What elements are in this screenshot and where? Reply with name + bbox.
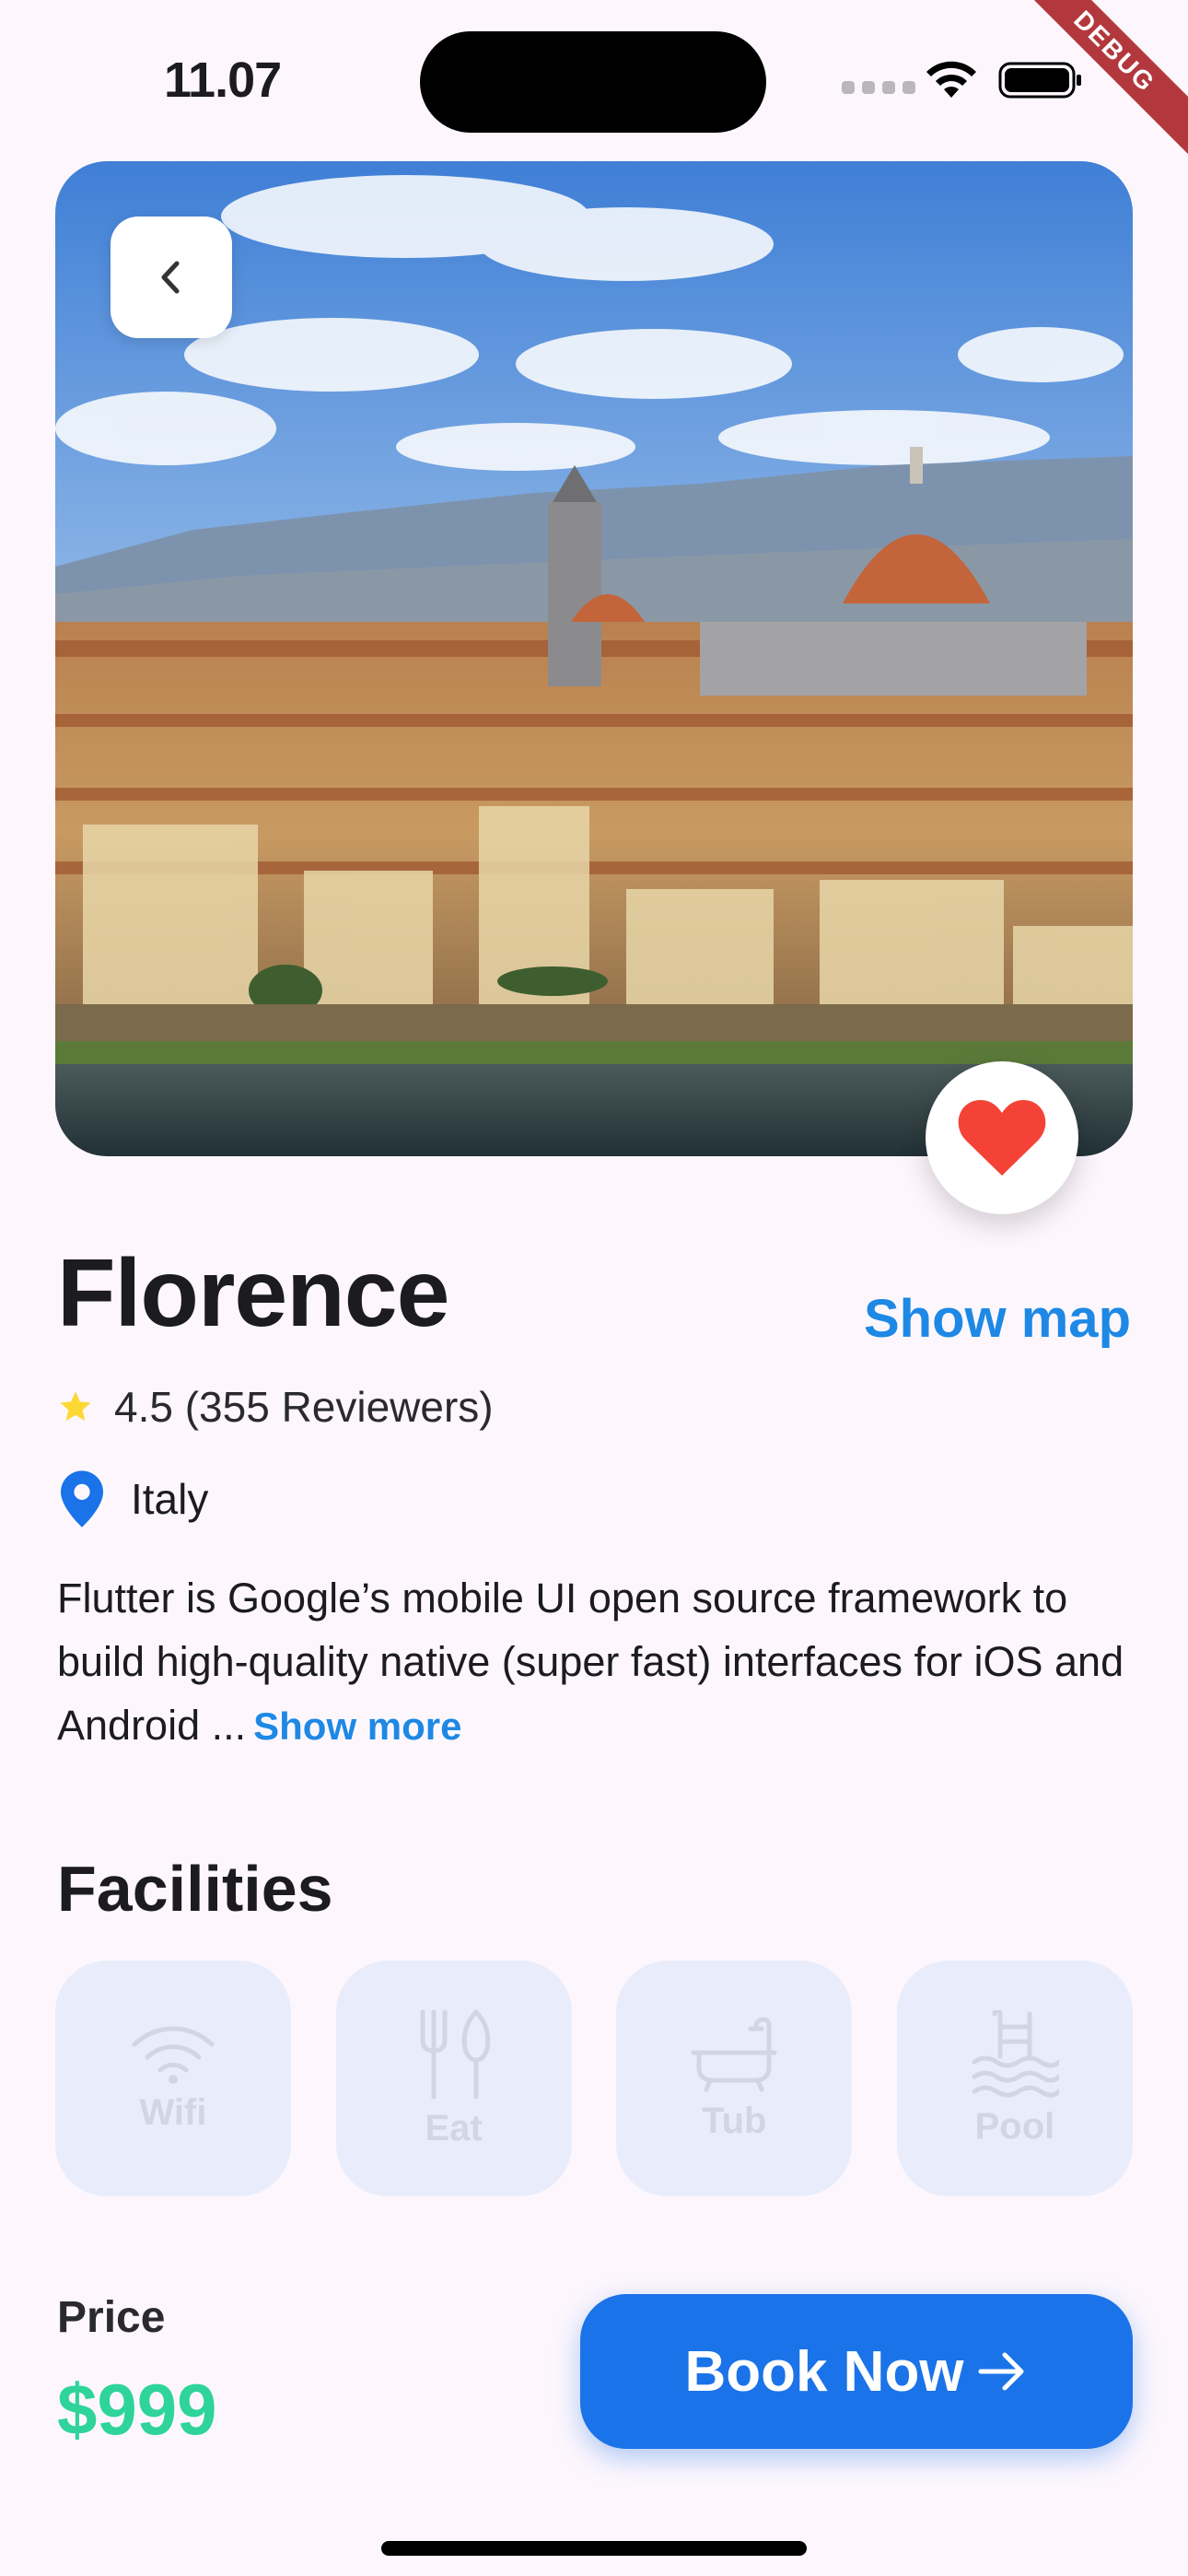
dynamic-island	[420, 31, 766, 133]
location-pin-icon	[61, 1470, 103, 1528]
chevron-left-icon	[161, 261, 180, 294]
location-row: Italy	[61, 1470, 208, 1528]
facility-pool[interactable]: Pool	[896, 1961, 1133, 2196]
facility-label: Pool	[974, 2105, 1055, 2147]
place-title: Florence	[57, 1240, 449, 1347]
place-description: Flutter is Google’s mobile UI open sourc…	[57, 1566, 1135, 1758]
back-button[interactable]	[111, 217, 232, 338]
rating-text: 4.5 (355 Reviewers)	[114, 1383, 494, 1431]
show-map-link[interactable]: Show map	[864, 1288, 1131, 1350]
show-more-link[interactable]: Show more	[253, 1704, 461, 1748]
location-text: Italy	[131, 1475, 209, 1523]
status-time: 11.07	[164, 53, 282, 108]
facility-label: Wifi	[139, 2091, 207, 2133]
rating-row: 4.5 (355 Reviewers)	[57, 1382, 494, 1432]
book-now-label: Book Now	[684, 2339, 964, 2404]
facility-label: Tub	[702, 2100, 767, 2141]
pool-icon	[972, 2009, 1059, 2097]
utensils-icon	[420, 2008, 490, 2099]
wifi-status-icon	[926, 61, 976, 98]
price-value: $999	[57, 2369, 217, 2450]
cellular-signal-icon	[842, 81, 915, 94]
facility-tub[interactable]: Tub	[616, 1961, 853, 2196]
facility-label: Eat	[425, 2107, 483, 2149]
facilities-list: Wifi Eat Tub Pool	[55, 1961, 1133, 2196]
star-icon	[60, 1391, 91, 1421]
battery-icon	[998, 62, 1081, 99]
wifi-icon	[132, 2025, 215, 2084]
heart-icon	[958, 1100, 1046, 1176]
arrow-right-icon	[978, 2352, 1024, 2391]
home-indicator[interactable]	[381, 2541, 807, 2556]
facility-wifi[interactable]: Wifi	[55, 1961, 291, 2196]
book-now-button[interactable]: Book Now	[580, 2294, 1133, 2449]
facilities-heading: Facilities	[57, 1853, 333, 1925]
facility-eat[interactable]: Eat	[335, 1961, 572, 2196]
favorite-button[interactable]	[926, 1061, 1078, 1214]
description-text: Flutter is Google’s mobile UI open sourc…	[57, 1575, 1124, 1749]
bathtub-icon	[691, 2017, 777, 2091]
price-label: Price	[57, 2293, 166, 2342]
